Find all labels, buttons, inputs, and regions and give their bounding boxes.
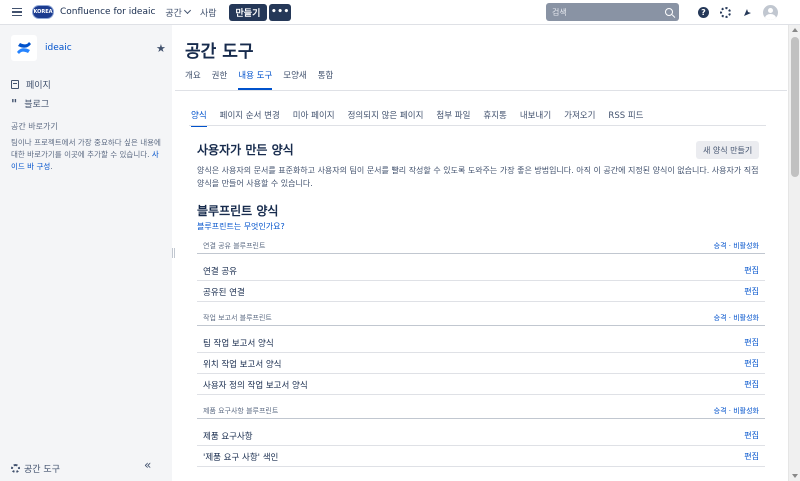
template-row: 사용자 정의 작업 보고서 양식 편집 <box>197 374 765 395</box>
promote-disable-link[interactable]: 승격 · 비활성화 <box>714 313 759 323</box>
template-row: 위치 작업 보고서 양식 편집 <box>197 353 765 374</box>
sidebar-item-label: 블로그 <box>24 100 50 110</box>
quote-icon: " <box>11 96 18 111</box>
template-name: 팀 작업 보고서 양식 <box>203 339 274 349</box>
create-button[interactable]: 만들기 <box>228 3 268 21</box>
space-tools-label: 공간 도구 <box>24 465 60 475</box>
help-icon[interactable]: ? <box>698 7 709 18</box>
scroll-down-arrow-icon[interactable] <box>792 474 798 478</box>
main-content: 공간 도구 개요 권한 내용 도구 모양새 통합 양식 페이지 순서 변경 미아… <box>175 25 787 481</box>
scrollbar-thumb[interactable] <box>791 37 799 177</box>
sidebar-item-blog[interactable]: " 블로그 <box>11 96 50 111</box>
template-row: 연결 공유 편집 <box>197 260 765 281</box>
blueprint-group-header: 연결 공유 블루프린트 승격 · 비활성화 <box>197 241 765 254</box>
subtabs-divider <box>189 125 766 126</box>
edit-link[interactable]: 편집 <box>744 337 759 348</box>
blueprint-group-name: 연결 공유 블루프린트 <box>203 242 266 250</box>
edit-link[interactable]: 편집 <box>744 286 759 297</box>
shortcuts-description: 팀이나 프로젝트에서 가장 중요하다 싶은 내용에 대한 바로가기를 이곳에 추… <box>11 137 163 173</box>
blueprint-group-name: 작업 보고서 블루프린트 <box>203 314 272 322</box>
edit-link[interactable]: 편집 <box>744 379 759 390</box>
shortcuts-suffix: . <box>50 162 53 171</box>
chevron-down-icon <box>183 6 192 15</box>
template-row: '제품 요구 사항' 색인 편집 <box>197 446 765 467</box>
template-name: '제품 요구 사항' 색인 <box>203 453 279 463</box>
page-icon <box>11 80 19 89</box>
top-navigation: KOREA Confluence for ideaic 공간 사람 만들기 ••… <box>0 0 800 25</box>
notifications-icon[interactable] <box>742 8 752 18</box>
edit-link[interactable]: 편집 <box>744 265 759 276</box>
site-logo[interactable]: KOREA <box>32 5 54 19</box>
template-name: 공유된 연결 <box>203 288 245 298</box>
create-more-button[interactable]: ••• <box>269 3 292 21</box>
space-name[interactable]: ideaic <box>45 43 72 53</box>
edit-link[interactable]: 편집 <box>744 451 759 462</box>
edit-link[interactable]: 편집 <box>744 358 759 369</box>
people-link[interactable]: 사람 <box>200 6 217 19</box>
page-title: 공간 도구 <box>185 42 254 62</box>
tab-integrations[interactable]: 통합 <box>318 69 334 90</box>
settings-gear-icon[interactable] <box>720 7 731 18</box>
blueprint-templates-title: 블루프린트 양식 <box>197 204 279 218</box>
user-templates-description: 양식은 사용자의 문서를 표준화하고 사용자의 팀이 문서를 빨리 작성할 수 … <box>197 166 759 188</box>
tab-content-tools[interactable]: 내용 도구 <box>238 69 273 90</box>
what-are-blueprints-link[interactable]: 블루프린트는 무엇인가요? <box>197 221 285 232</box>
tabs-divider <box>175 90 787 91</box>
search-box[interactable]: 검색 <box>546 3 679 21</box>
shortcuts-text: 팀이나 프로젝트에서 가장 중요하다 싶은 내용에 대한 바로가기를 이곳에 추… <box>11 138 161 159</box>
gear-icon <box>11 464 20 473</box>
user-avatar-icon[interactable] <box>763 5 778 20</box>
space-header[interactable]: ideaic <box>11 35 72 61</box>
promote-disable-link[interactable]: 승격 · 비활성화 <box>714 406 759 416</box>
search-icon[interactable] <box>665 8 673 16</box>
tab-permissions[interactable]: 권한 <box>212 69 228 90</box>
template-row: 공유된 연결 편집 <box>197 281 765 302</box>
collapse-sidebar-icon[interactable]: « <box>144 458 151 472</box>
template-name: 위치 작업 보고서 양식 <box>203 360 282 370</box>
spaces-menu[interactable]: 공간 <box>165 6 192 19</box>
edit-link[interactable]: 편집 <box>744 430 759 441</box>
spaces-label: 공간 <box>165 8 182 19</box>
blueprint-group-header: 작업 보고서 블루프린트 승격 · 비활성화 <box>197 313 765 326</box>
template-name: 사용자 정의 작업 보고서 양식 <box>203 381 308 391</box>
promote-disable-link[interactable]: 승격 · 비활성화 <box>714 241 759 251</box>
space-tools-button[interactable]: 공간 도구 <box>11 462 60 475</box>
page-scrollbar[interactable] <box>788 25 800 481</box>
search-input[interactable]: 검색 <box>552 7 665 18</box>
create-template-button[interactable]: 새 양식 만들기 <box>696 141 760 159</box>
top-icons: ? <box>698 5 778 20</box>
space-tools-tabs: 개요 권한 내용 도구 모양새 통합 <box>185 69 344 90</box>
star-icon[interactable]: ★ <box>156 42 166 55</box>
tab-overview[interactable]: 개요 <box>185 69 201 90</box>
tab-look-and-feel[interactable]: 모양새 <box>283 69 306 90</box>
app-name[interactable]: Confluence for ideaic <box>60 7 155 17</box>
confluence-space-icon <box>11 35 37 61</box>
shortcuts-title: 공간 바로가기 <box>11 122 58 131</box>
blueprint-group-header: 제품 요구사항 블루프린트 승격 · 비활성화 <box>197 406 765 419</box>
scroll-up-arrow-icon[interactable] <box>792 28 798 32</box>
sidebar: ideaic ★ 페이지 " 블로그 공간 바로가기 팀이나 프로젝트에서 가장… <box>0 25 172 481</box>
sidebar-item-label: 페이지 <box>26 81 51 91</box>
menu-icon[interactable] <box>12 7 22 17</box>
template-row: 제품 요구사항 편집 <box>197 425 765 446</box>
blueprint-group-name: 제품 요구사항 블루프린트 <box>203 407 279 415</box>
template-name: 제품 요구사항 <box>203 432 253 442</box>
user-templates-title: 사용자가 만든 양식 <box>197 143 294 157</box>
sidebar-item-pages[interactable]: 페이지 <box>11 78 51 91</box>
template-row: 팀 작업 보고서 양식 편집 <box>197 332 765 353</box>
template-name: 연결 공유 <box>203 267 237 277</box>
